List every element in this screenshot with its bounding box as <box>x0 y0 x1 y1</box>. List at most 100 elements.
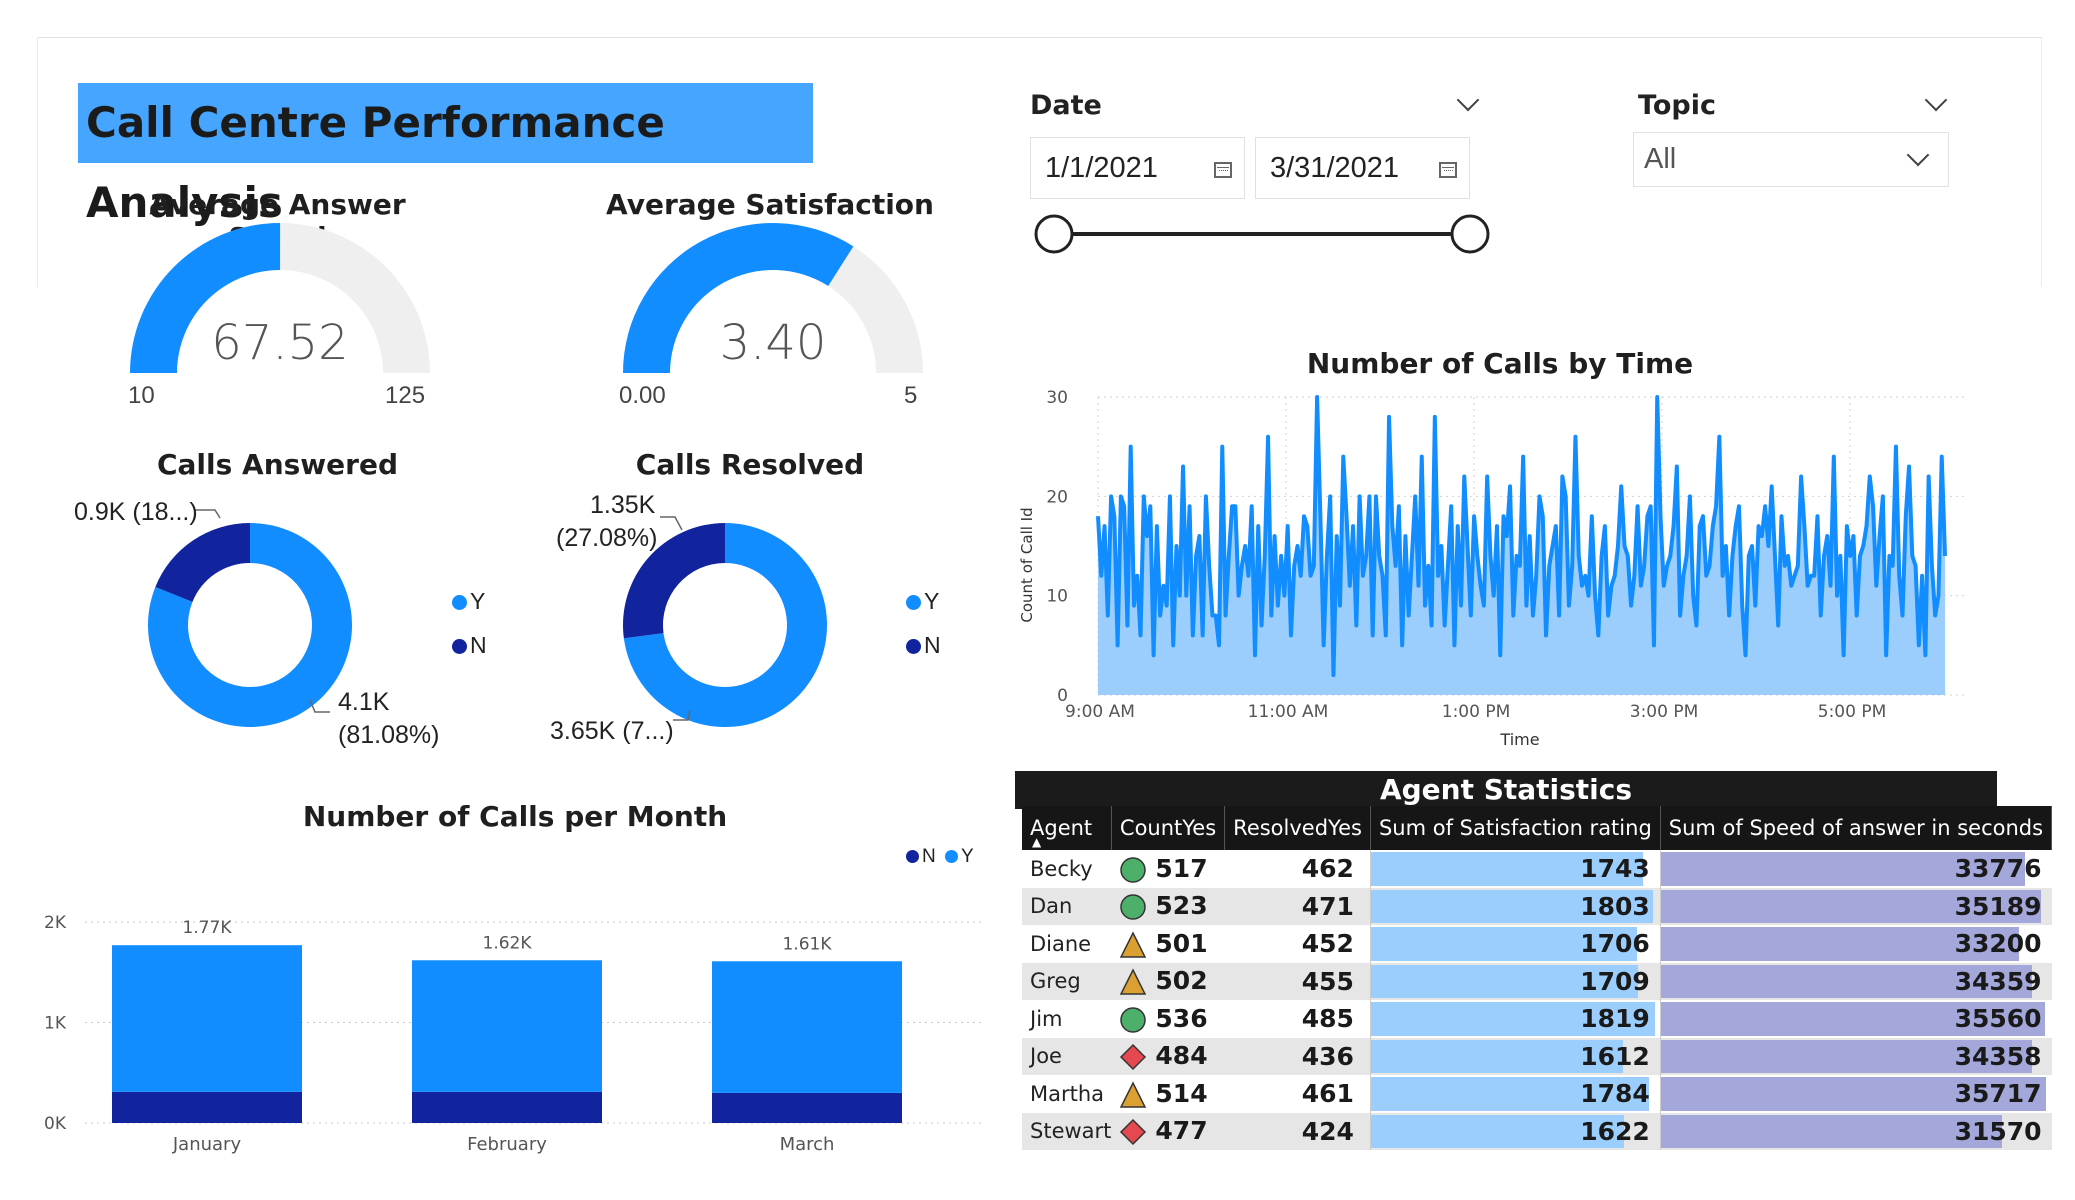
legend-dot-n <box>906 639 921 655</box>
status-green-icon <box>1120 857 1147 883</box>
month-legend: N Y <box>906 846 974 868</box>
countyes-value: 523 <box>1155 891 1208 921</box>
donut-title-calls-resolved: Calls Resolved <box>635 448 865 481</box>
legend-item-n[interactable]: N <box>452 632 487 659</box>
date-slicer-chevron-icon[interactable] <box>1456 88 1480 112</box>
col-header-countyes[interactable]: CountYes <box>1111 806 1226 850</box>
page-title: Call Centre Performance Analysis <box>78 83 813 227</box>
col-header-agent[interactable]: Agent ▲ <box>1022 806 1112 850</box>
calendar-icon[interactable] <box>1439 162 1457 178</box>
cell-speed: 31570 <box>1659 1112 2052 1150</box>
satisfaction-value: 1709 <box>1580 966 1650 996</box>
slider-handle-end[interactable] <box>1450 214 1490 254</box>
bar-total-label: 1.77K <box>183 918 233 938</box>
table-row[interactable]: Diane 501 452 1706 33200 <box>1022 925 2052 963</box>
table-row[interactable]: Jim 536 485 1819 35560 <box>1022 1000 2052 1038</box>
satisfaction-value: 1743 <box>1580 854 1650 884</box>
cell-countyes: 523 <box>1111 887 1225 925</box>
countyes-value: 502 <box>1155 966 1208 996</box>
col-header-satisfaction[interactable]: Sum of Satisfaction rating <box>1370 806 1661 850</box>
col-header-label: CountYes <box>1119 816 1217 840</box>
speed-value: 33200 <box>1954 929 2042 959</box>
countyes-value: 536 <box>1155 1003 1208 1033</box>
bar-segment-y <box>112 945 302 1092</box>
table-row[interactable]: Becky 517 462 1743 33776 <box>1022 850 2052 888</box>
cell-agent: Stewart <box>1022 1112 1112 1150</box>
date-end-input[interactable]: 3/31/2021 <box>1255 137 1470 199</box>
y-tick-label: 30 <box>1046 388 1068 408</box>
donut-title-calls-answered: Calls Answered <box>156 448 399 481</box>
line-chart[interactable]: 30201009:00 AM 11:00 AM 1:00 PM 3:00 PM 5:00… <box>1010 375 1990 755</box>
legend-item-n[interactable]: N <box>906 632 941 659</box>
table-header-row: Agent ▲ CountYes ResolvedYes Sum of Satis… <box>1022 806 2053 850</box>
slider-handle-start[interactable] <box>1034 214 1074 254</box>
x-category-label: February <box>467 1134 547 1155</box>
cell-resolvedyes: 455 <box>1224 962 1371 1000</box>
x-tick-label: 9:00 AM <box>1065 702 1135 722</box>
countyes-value: 477 <box>1155 1116 1208 1146</box>
agent-table[interactable]: Agent ▲ CountYes ResolvedYes Sum of Satis… <box>1022 806 2053 1150</box>
cell-satisfaction: 1803 <box>1369 887 1661 925</box>
table-row[interactable]: Martha 514 461 1784 35717 <box>1022 1075 2052 1113</box>
calendar-icon[interactable] <box>1214 162 1232 178</box>
topic-dropdown[interactable]: All <box>1633 132 1949 187</box>
col-header-label: Sum of Speed of answer in seconds <box>1668 816 2044 840</box>
cell-countyes: 477 <box>1111 1112 1225 1150</box>
donut-label-n: 0.9K (18...) <box>74 498 198 526</box>
cell-countyes: 501 <box>1111 925 1224 963</box>
legend-label: Y <box>470 588 486 614</box>
cell-resolvedyes: 424 <box>1224 1112 1371 1150</box>
cell-satisfaction: 1622 <box>1369 1112 1661 1150</box>
col-header-resolvedyes[interactable]: ResolvedYes <box>1224 806 1371 850</box>
donut-label-n-pct: (27.08%) <box>556 524 658 552</box>
date-start-input[interactable]: 1/1/2021 <box>1030 137 1245 199</box>
table-row[interactable]: Stewart 477 424 1622 31570 <box>1022 1112 2052 1150</box>
page-frame-left <box>37 37 38 287</box>
legend-item-y[interactable]: Y <box>452 588 485 615</box>
cell-speed: 35717 <box>1659 1075 2052 1113</box>
col-header-speed[interactable]: Sum of Speed of answer in seconds <box>1660 806 2053 850</box>
month-bar-chart[interactable]: 2K 1K 0K 1.77K January 1.62K February 1.61K Marc… <box>30 880 990 1160</box>
cell-agent: Greg <box>1022 962 1112 1000</box>
sort-ascending-icon[interactable]: ▲ <box>1032 835 1041 849</box>
table-row[interactable]: Greg 502 455 1709 34359 <box>1022 962 2052 1000</box>
cell-countyes: 514 <box>1111 1075 1224 1113</box>
gauge-value-answer-speed: 67.52 <box>211 315 349 371</box>
gauge-min-satisfaction: 0.00 <box>619 382 666 409</box>
legend-dot-n <box>906 850 919 864</box>
legend-item-y[interactable]: Y <box>906 588 939 615</box>
cell-countyes: 502 <box>1111 962 1225 1000</box>
topic-slicer-chevron-icon[interactable] <box>1924 88 1948 112</box>
speed-value: 34358 <box>1954 1041 2042 1071</box>
line-y-axis-label: Count of Call Id <box>1018 507 1036 622</box>
y-tick-label: 10 <box>1046 587 1068 607</box>
status-red-icon <box>1120 1119 1147 1146</box>
legend-label-n[interactable]: N <box>922 846 936 867</box>
speed-value: 31570 <box>1954 1116 2042 1146</box>
table-row[interactable]: Joe 484 436 1612 34358 <box>1022 1037 2052 1075</box>
legend-label-y[interactable]: Y <box>961 846 974 867</box>
status-red-icon <box>1120 1044 1147 1071</box>
cell-agent: Becky <box>1030 856 1093 881</box>
gauge-max-answer-speed: 125 <box>385 382 426 409</box>
page-frame <box>37 37 2042 38</box>
satisfaction-value: 1612 <box>1580 1041 1650 1071</box>
satisfaction-value: 1706 <box>1580 929 1650 959</box>
cell-agent: Joe <box>1022 1037 1112 1075</box>
speed-value: 34359 <box>1954 966 2042 996</box>
date-slicer-title: Date <box>1030 90 1102 121</box>
cell-agent: Jim <box>1030 1006 1063 1031</box>
donut-label-y: 3.65K (7...) <box>550 717 674 745</box>
month-bars <box>112 945 902 1123</box>
date-range-slider[interactable] <box>1030 212 1490 262</box>
col-header-label: ResolvedYes <box>1233 816 1362 840</box>
legend-label: Y <box>924 588 940 614</box>
month-chart-title: Number of Calls per Month <box>302 800 728 833</box>
col-header-label: Sum of Satisfaction rating <box>1378 816 1652 840</box>
cell-resolvedyes: 485 <box>1301 1004 1354 1034</box>
cell-resolvedyes: 471 <box>1224 887 1371 925</box>
cell-speed: 33200 <box>1659 925 2052 963</box>
cell-satisfaction: 1819 <box>1369 1000 1661 1038</box>
legend-label: N <box>470 632 487 658</box>
table-row[interactable]: Dan 523 471 1803 35189 <box>1022 887 2052 925</box>
